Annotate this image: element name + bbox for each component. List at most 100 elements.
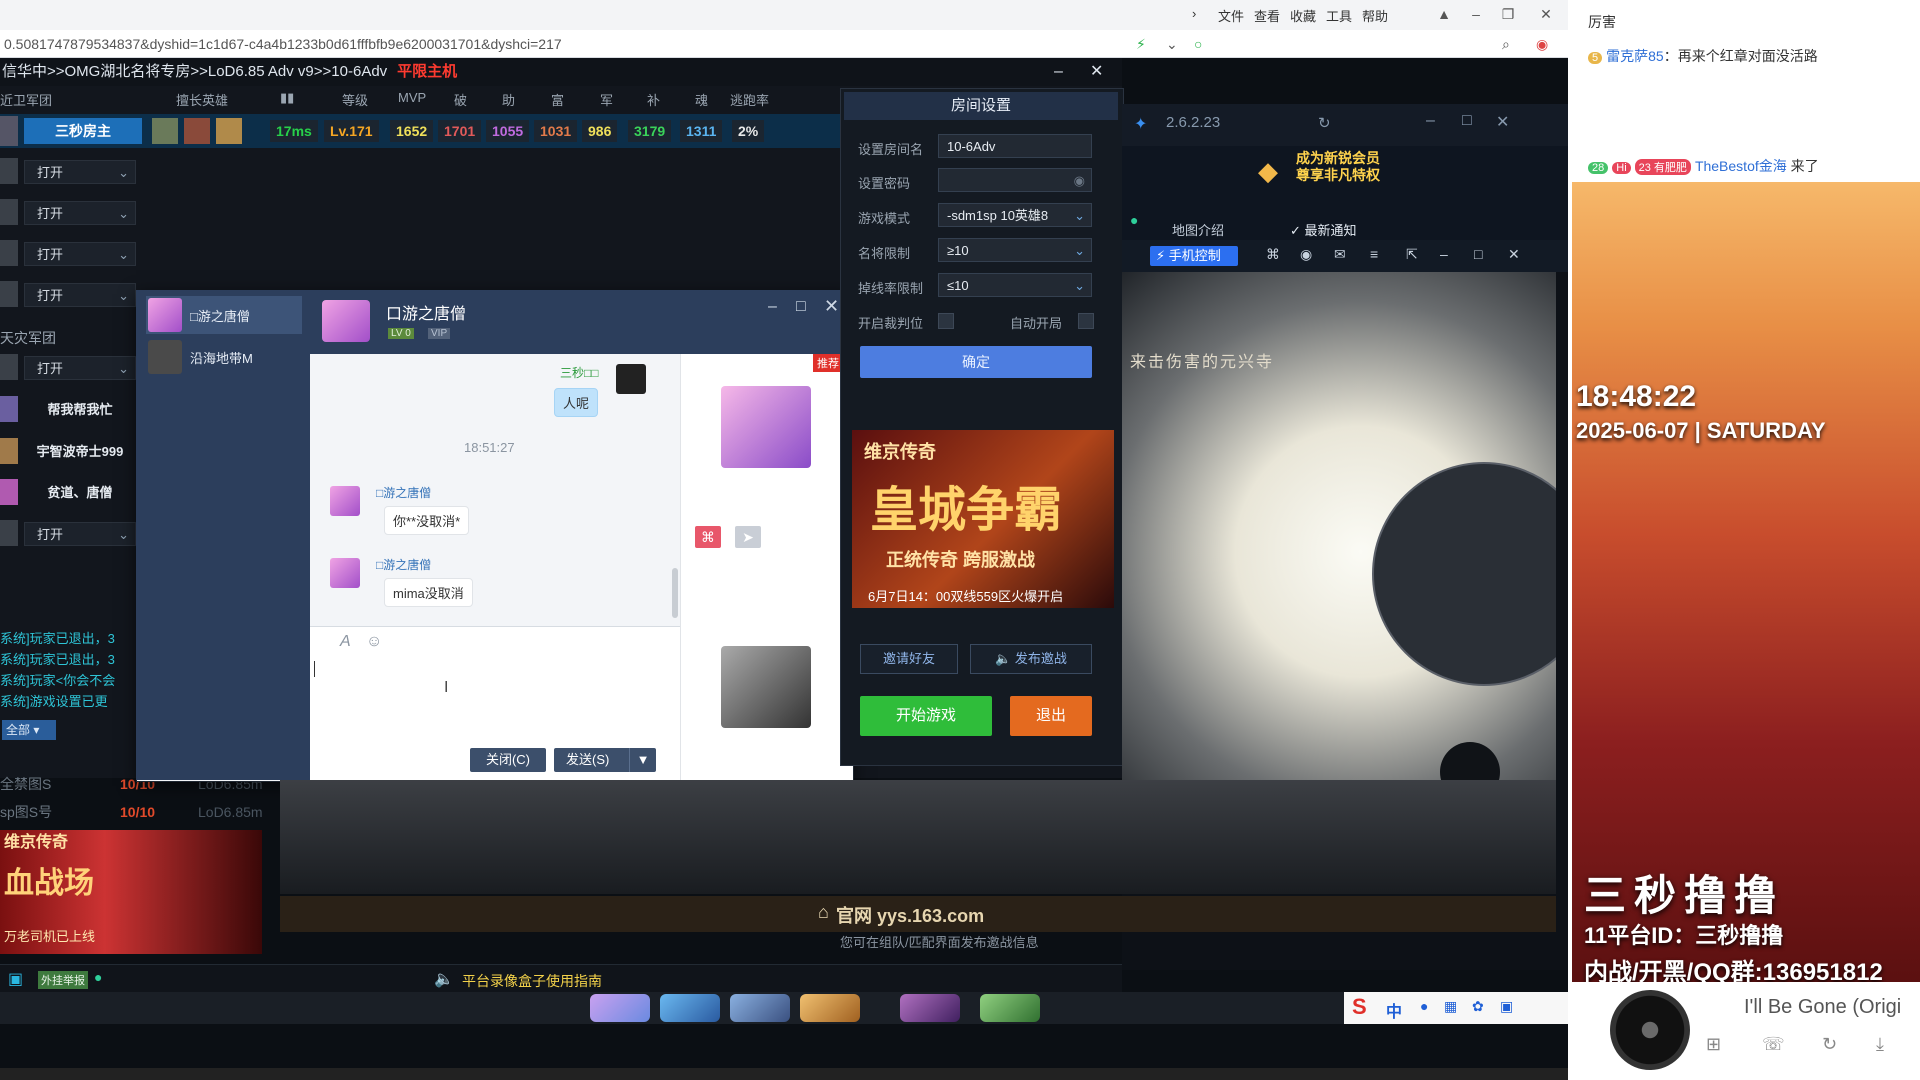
share-icon[interactable]: ↻ — [1822, 1034, 1837, 1055]
log-filter-dropdown[interactable]: 全部 ▾ — [2, 720, 56, 740]
send-file-icon[interactable]: ➤ — [735, 526, 761, 548]
comment-icon[interactable]: ☏ — [1762, 1034, 1785, 1055]
ad-banner-room[interactable]: 维京传奇 皇城争霸 正统传奇 跨服激战 6月7日14：00双线559区火爆开启 — [852, 430, 1114, 608]
friend-item[interactable]: 沿海地带M — [146, 338, 302, 376]
ime-toolbar[interactable]: S 中 ● ▦ ✿ ▣ — [1344, 992, 1568, 1024]
search-engine-icon[interactable]: ○ — [1194, 30, 1202, 58]
game-thumb-icon[interactable] — [590, 994, 650, 1022]
menu-tools[interactable]: 工具 — [1326, 6, 1352, 25]
slot-team2-5[interactable]: 打开 ⌄ — [0, 516, 140, 550]
close-icon[interactable]: ✕ — [824, 296, 839, 317]
minimize-icon[interactable]: – — [1054, 58, 1063, 86]
chevron-down-icon[interactable]: ▼ — [629, 748, 656, 772]
menu-icon[interactable]: ≡ — [1370, 246, 1378, 262]
gamepad-icon[interactable]: ⌘ — [695, 526, 721, 548]
game-thumb-icon[interactable] — [900, 994, 960, 1022]
search-icon[interactable]: ⌕ — [1502, 30, 1510, 58]
tab-news[interactable]: ✓ 最新通知 — [1290, 220, 1357, 239]
eye-icon[interactable]: ◉ — [1074, 169, 1085, 191]
chevron-down-icon[interactable]: ⌄ — [1166, 30, 1178, 58]
official-site-link[interactable]: 官网 yys.163.com — [836, 902, 984, 928]
guide-link[interactable]: 平台录像盒子使用指南 — [462, 971, 602, 991]
gamepad-icon[interactable]: ⌘ — [1266, 246, 1280, 263]
rank-limit-select[interactable]: ≥10 ⌄ — [938, 238, 1092, 262]
close-chat-button[interactable]: 关闭(C) — [470, 748, 546, 772]
game-mode-select[interactable]: -sdm1sp 10英雄8 ⌄ — [938, 203, 1092, 227]
scrollbar[interactable] — [672, 568, 678, 618]
slot-team1-2[interactable]: 打开 ⌄ — [0, 154, 140, 188]
judge-checkbox[interactable] — [938, 313, 954, 329]
invite-friends-button[interactable]: 邀请好友 — [860, 644, 958, 674]
ime-language[interactable]: 中 — [1386, 998, 1402, 1022]
slot-open-dropdown[interactable]: 打开 ⌄ — [24, 283, 136, 307]
user-icon[interactable]: ◉ — [1300, 246, 1312, 263]
disconnect-limit-select[interactable]: ≤10 ⌄ — [938, 273, 1092, 297]
room-name-input[interactable]: 10-6Adv — [938, 134, 1092, 158]
minimize-icon[interactable]: – — [1426, 112, 1435, 130]
slot-open-dropdown[interactable]: 打开 ⌄ — [24, 201, 136, 225]
official-site-bar[interactable]: ⌂ 官网 yys.163.com — [280, 896, 1556, 932]
report-button[interactable]: 外挂举报 — [38, 971, 88, 989]
menu-help[interactable]: 帮助 — [1362, 6, 1388, 25]
address-bar[interactable]: 0.5081747879534837&dyshid=1c1d67-c4a4b12… — [0, 30, 1568, 58]
mic-icon[interactable]: ● — [1420, 998, 1428, 1014]
slot-team1-5[interactable]: 打开 ⌄ — [0, 277, 140, 311]
close-icon[interactable]: ✕ — [1508, 246, 1520, 263]
emoji-icon[interactable]: ☺ — [366, 633, 382, 651]
slot-team2-1[interactable]: 打开 ⌄ — [0, 350, 140, 384]
slot-team2-3[interactable]: 宇智波帝士999 — [0, 434, 140, 468]
game-thumb-icon[interactable] — [800, 994, 860, 1022]
feed-user[interactable]: 雷克萨85 — [1606, 48, 1664, 64]
popout-icon[interactable]: ⇱ — [1406, 246, 1418, 263]
minimize-icon[interactable]: – — [768, 298, 777, 316]
menu-file[interactable]: 文件 — [1218, 6, 1244, 25]
slot-team2-2[interactable]: 帮我帮我忙 — [0, 392, 140, 426]
ad-banner-left[interactable]: 维京传奇 血战场 万老司机已上线 — [0, 830, 262, 954]
skin-icon[interactable]: ✿ — [1472, 998, 1484, 1015]
download-icon[interactable]: ⤓ — [1876, 1034, 1884, 1055]
music-disc-icon[interactable] — [1610, 990, 1690, 1070]
game-thumb-icon[interactable] — [730, 994, 790, 1022]
publish-challenge-button[interactable]: 🔈 发布邀战 — [970, 644, 1092, 674]
exit-button[interactable]: 退出 — [1010, 696, 1092, 736]
minimize-icon[interactable]: – — [1440, 246, 1448, 262]
game-thumb-icon[interactable] — [660, 994, 720, 1022]
send-button[interactable]: 发送(S) ▼ — [554, 748, 656, 772]
slot-open-dropdown[interactable]: 打开 ⌄ — [24, 356, 136, 380]
slot-open-dropdown[interactable]: 打开 ⌄ — [24, 160, 136, 184]
close-icon[interactable]: ✕ — [1496, 112, 1509, 132]
skin-icon[interactable]: ▲ — [1432, 4, 1456, 24]
maximize-icon[interactable]: □ — [1462, 112, 1472, 130]
close-icon[interactable]: ✕ — [1534, 4, 1558, 24]
game-thumb-icon[interactable] — [980, 994, 1040, 1022]
refresh-icon[interactable]: ↻ — [1318, 114, 1331, 132]
maximize-icon[interactable]: □ — [1474, 246, 1482, 262]
slot-open-dropdown[interactable]: 打开 ⌄ — [24, 242, 136, 266]
slot-open-dropdown[interactable]: 打开 ⌄ — [24, 522, 136, 546]
player-row-host[interactable]: 三秒房主 17ms Lv.171 1652 1701 1055 1031 986… — [0, 114, 840, 148]
vip-promo[interactable]: 成为新锐会员 尊享非凡特权 — [1296, 150, 1380, 184]
add-playlist-icon[interactable]: ⊞ — [1706, 1034, 1721, 1055]
keyboard-icon[interactable]: ▦ — [1444, 998, 1457, 1015]
phone-control-button[interactable]: ⚡ 手机控制 — [1150, 246, 1238, 266]
toolbox-icon[interactable]: ▣ — [1500, 998, 1513, 1015]
auto-start-checkbox[interactable] — [1078, 313, 1094, 329]
minimize-icon[interactable]: – — [1464, 4, 1488, 24]
confirm-button[interactable]: 确定 — [860, 346, 1092, 378]
maximize-icon[interactable]: □ — [796, 298, 806, 316]
restore-icon[interactable]: ❐ — [1496, 4, 1520, 24]
chevron-right-icon[interactable]: › — [1192, 6, 1196, 21]
start-game-button[interactable]: 开始游戏 — [860, 696, 992, 736]
room-list-row[interactable]: sp图S号 10/10 LoD6.85m — [0, 800, 280, 824]
font-icon[interactable]: A — [340, 633, 351, 651]
slot-team2-4[interactable]: 贫道、唐僧 — [0, 475, 140, 509]
menu-favorites[interactable]: 收藏 — [1290, 6, 1316, 25]
feed-user[interactable]: TheBestof金海 — [1695, 158, 1787, 174]
menu-view[interactable]: 查看 — [1254, 6, 1280, 25]
slot-team1-3[interactable]: 打开 ⌄ — [0, 195, 140, 229]
tab-map-intro[interactable]: 地图介绍 — [1172, 220, 1224, 239]
close-icon[interactable]: ✕ — [1090, 58, 1103, 86]
lightning-icon[interactable]: ⚡ — [1136, 30, 1146, 58]
mail-icon[interactable]: ✉ — [1334, 246, 1346, 263]
slot-team1-4[interactable]: 打开 ⌄ — [0, 236, 140, 270]
